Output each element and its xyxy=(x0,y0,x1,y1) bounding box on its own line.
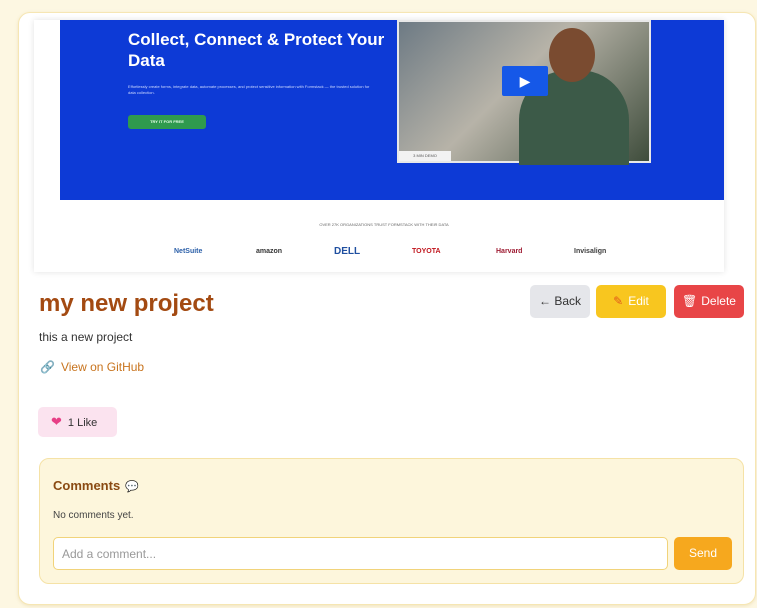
project-title: my new project xyxy=(39,290,214,317)
send-button[interactable]: Send xyxy=(674,537,732,570)
trash-icon: 🗑 xyxy=(682,294,698,308)
edit-button[interactable]: ✎ Edit xyxy=(596,285,666,318)
play-icon: ▶ xyxy=(502,66,548,96)
logo-dell: DELL xyxy=(334,246,361,257)
delete-button-label: Delete xyxy=(701,294,736,308)
logos-title: OVER 27K ORGANIZATIONS TRUST FORMSTACK W… xyxy=(319,222,449,227)
like-button[interactable]: ❤ 1 Like xyxy=(38,407,117,437)
logo-amazon: amazon xyxy=(256,248,283,255)
github-link[interactable]: 🔗 View on GitHub xyxy=(40,360,144,374)
person-head xyxy=(549,28,595,82)
preview-subtext: Effortlessly create forms, integrate dat… xyxy=(128,84,370,95)
comment-input[interactable] xyxy=(53,537,668,570)
video-caption: 3 MIN DEMO xyxy=(399,151,451,161)
preview-hero: Collect, Connect & Protect Your Data Eff… xyxy=(60,20,724,200)
like-count: 1 Like xyxy=(67,417,98,429)
delete-button[interactable]: 🗑 Delete xyxy=(674,285,744,318)
project-description: this a new project xyxy=(39,330,133,344)
comments-section: Comments 💬 No comments yet. Send xyxy=(39,458,744,584)
chat-bubble-icon: 💬 xyxy=(125,481,139,493)
link-icon: 🔗 xyxy=(40,360,55,374)
no-comments-text: No comments yet. xyxy=(53,510,134,521)
preview-cta: TRY IT FOR FREE xyxy=(128,115,206,129)
comments-title-label: Comments xyxy=(53,478,121,493)
edit-button-label: Edit xyxy=(628,294,649,308)
heart-icon: ❤ xyxy=(51,414,62,429)
comments-title: Comments 💬 xyxy=(53,478,139,493)
preview-video: ▶ 3 MIN DEMO xyxy=(397,20,651,165)
logo-toyota: TOYOTA xyxy=(412,248,441,255)
pencil-icon: ✎ xyxy=(613,294,624,308)
github-link-label: View on GitHub xyxy=(60,360,145,374)
logo-harvard: Harvard xyxy=(496,248,523,255)
back-button[interactable]: ← Back xyxy=(530,285,590,318)
logo-netsuite: NetSuite xyxy=(174,248,203,255)
logo-invisalign: Invisalign xyxy=(574,248,607,255)
back-button-label: ← Back xyxy=(538,294,581,308)
project-preview-image: Collect, Connect & Protect Your Data Eff… xyxy=(34,20,724,272)
preview-headline: Collect, Connect & Protect Your Data xyxy=(128,30,385,70)
